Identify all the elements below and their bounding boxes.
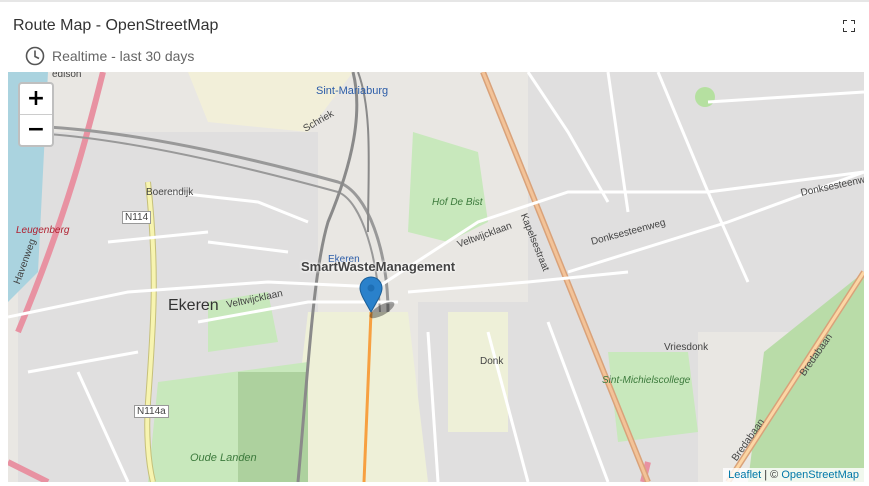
label-sint-mariaburg: Sint-Mariaburg bbox=[316, 85, 389, 97]
leaflet-link[interactable]: Leaflet bbox=[728, 469, 761, 481]
attribution-separator: | © bbox=[761, 469, 782, 481]
time-window[interactable]: Realtime - last 30 days bbox=[25, 46, 194, 66]
label-donk: Donk bbox=[480, 356, 504, 367]
label-leugenberg: Leugenberg bbox=[16, 225, 70, 236]
label-n114: N114 bbox=[122, 211, 152, 224]
openstreetmap-link[interactable]: OpenStreetMap bbox=[781, 469, 859, 481]
fullscreen-icon[interactable] bbox=[843, 20, 855, 32]
clock-icon bbox=[25, 46, 45, 66]
label-oude-landen: Oude Landen bbox=[190, 452, 257, 464]
label-sint-michielscollege: Sint-Michielscollege bbox=[602, 375, 691, 386]
map-canvas[interactable]: Sint-Mariaburg Ekeren Boerendijk N114 N1… bbox=[8, 72, 864, 482]
label-vriesdonk: Vriesdonk bbox=[664, 342, 709, 353]
map-tiles bbox=[8, 72, 864, 482]
label-n114a: N114a bbox=[134, 405, 169, 418]
marker-label: SmartWasteManagement bbox=[301, 259, 456, 274]
time-window-label: Realtime - last 30 days bbox=[52, 48, 195, 64]
label-hof-de-bist: Hof De Bist bbox=[432, 197, 483, 208]
widget-title: Route Map - OpenStreetMap bbox=[13, 17, 219, 34]
zoom-in-button[interactable]: + bbox=[20, 84, 52, 114]
zoom-out-button[interactable]: − bbox=[20, 114, 52, 145]
label-boerendijk: Boerendijk bbox=[146, 187, 194, 198]
label-ekeren: Ekeren bbox=[168, 297, 219, 314]
zoom-control: + − bbox=[18, 82, 54, 147]
route-map-widget: Route Map - OpenStreetMap Realtime - las… bbox=[0, 0, 869, 486]
map-attribution: Leaflet | © OpenStreetMap bbox=[723, 468, 864, 482]
label-edison: edison bbox=[52, 72, 82, 80]
